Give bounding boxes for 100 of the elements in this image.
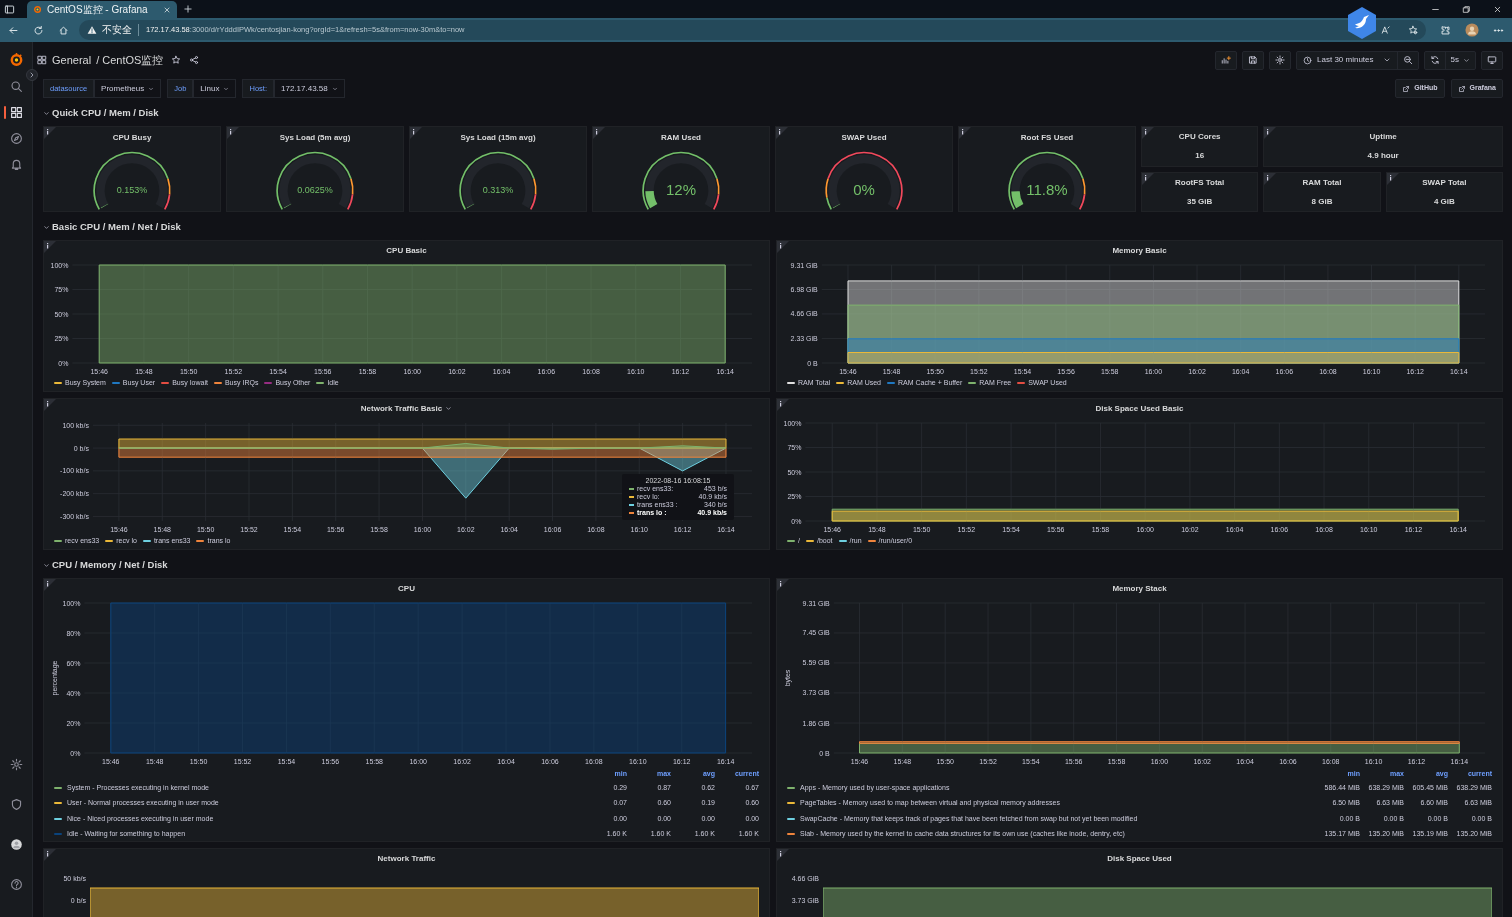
row-title[interactable]: Basic CPU / Mem / Net / Disk [52, 219, 181, 235]
new-tab-icon[interactable] [183, 4, 193, 14]
logo-icon [33, 5, 42, 14]
gauge-value: 0% [852, 180, 876, 200]
bird-app-icon[interactable] [1346, 6, 1378, 40]
info-icon[interactable] [959, 127, 971, 139]
info-icon[interactable] [1264, 127, 1277, 139]
info-icon[interactable] [410, 127, 422, 139]
panel-title: RootFS Total [1175, 176, 1225, 189]
browser-tab[interactable]: CentOS监控 - Grafana [27, 1, 177, 18]
extensions-icon[interactable] [1440, 24, 1451, 36]
favorites-icon[interactable] [1408, 25, 1418, 35]
window-menu-icon[interactable] [4, 4, 15, 15]
share-icon[interactable] [189, 55, 200, 65]
back-icon[interactable] [8, 24, 19, 36]
info-icon[interactable] [44, 127, 56, 139]
chevron-right-icon [28, 71, 36, 79]
chevron-down-icon[interactable] [43, 223, 50, 231]
star-icon[interactable] [171, 55, 182, 65]
panel-title[interactable]: Network Traffic [377, 852, 436, 865]
panel-title: SWAP Used [841, 132, 887, 144]
read-aloud-icon[interactable] [1381, 25, 1391, 35]
variable-dropdown[interactable]: Prometheus [94, 79, 162, 98]
panel-title[interactable]: Network Traffic Basic [360, 402, 443, 415]
panel-title: CPU Busy [112, 132, 152, 144]
panel-title: Root FS Used [1020, 132, 1074, 144]
stat-value: 35 GiB [1187, 195, 1213, 208]
info-icon[interactable] [44, 399, 56, 411]
gauge-value: 0.313% [481, 184, 515, 197]
external-link-icon [1402, 84, 1411, 93]
refresh-icon [1429, 55, 1440, 65]
profile-avatar-icon[interactable] [1465, 23, 1479, 37]
panel-title: RAM Used [661, 132, 701, 144]
restore-icon[interactable] [1462, 4, 1471, 14]
reload-icon[interactable] [33, 24, 44, 36]
variable-dropdown[interactable]: Linux [193, 79, 237, 98]
panel-title[interactable]: Disk Space Used [1107, 852, 1172, 865]
breadcrumb-folder[interactable]: General [52, 51, 92, 69]
settings-icon[interactable] [9, 758, 23, 771]
monitor-icon [1487, 55, 1497, 65]
home-icon[interactable] [58, 24, 69, 36]
panel-title[interactable]: Memory Stack [1112, 582, 1167, 595]
info-icon[interactable] [44, 579, 56, 591]
help-icon[interactable] [9, 878, 23, 891]
panel-title: CPU Cores [1178, 131, 1221, 143]
close-icon[interactable] [163, 5, 171, 14]
avatar-icon[interactable] [9, 838, 23, 851]
external-link-icon [1457, 84, 1466, 93]
stat-value: 4.9 hour [1367, 150, 1399, 162]
shield-icon[interactable] [9, 798, 23, 811]
info-icon[interactable] [1142, 172, 1154, 185]
caret-icon [1463, 56, 1470, 64]
settings-button[interactable] [1269, 50, 1292, 70]
info-icon[interactable] [227, 127, 239, 139]
info-icon[interactable] [777, 849, 789, 861]
gauge-value: 0.0625% [296, 184, 334, 197]
bar-chart-plus-icon [1221, 55, 1232, 65]
chevron-down-icon[interactable] [43, 561, 50, 569]
tv-mode-button[interactable] [1481, 50, 1503, 70]
info-icon[interactable] [776, 127, 788, 139]
caret-icon [331, 85, 338, 92]
panel-title[interactable]: Memory Basic [1112, 244, 1167, 257]
variable-dropdown[interactable]: 172.17.43.58 [274, 79, 345, 98]
tab-title: CentOS监控 - Grafana [47, 3, 149, 17]
row-title[interactable]: CPU / Memory / Net / Disk [52, 557, 168, 573]
panel-title[interactable]: CPU [398, 582, 415, 595]
zoom-out-icon [1402, 55, 1413, 65]
info-icon[interactable] [1142, 127, 1154, 139]
caret-icon [148, 85, 155, 92]
close-icon[interactable] [1493, 4, 1502, 14]
search-icon[interactable] [9, 80, 23, 93]
caret-icon[interactable] [445, 405, 453, 412]
security-label: 不安全 [102, 24, 139, 36]
chevron-down-icon[interactable] [43, 109, 50, 117]
caret-icon [223, 85, 230, 92]
stat-value: 8 GiB [1311, 195, 1333, 208]
info-icon[interactable] [1264, 172, 1277, 185]
add-panel-button[interactable] [1215, 50, 1238, 70]
panel-title[interactable]: Disk Space Used Basic [1095, 402, 1184, 415]
dashboards-icon [37, 55, 47, 65]
info-icon[interactable] [44, 241, 56, 253]
info-icon[interactable] [777, 399, 789, 411]
expand-sidebar-button[interactable] [26, 69, 38, 81]
gauge-value: 12% [665, 180, 697, 200]
info-icon[interactable] [777, 241, 789, 253]
info-icon[interactable] [777, 579, 789, 591]
dashboards-icon[interactable] [9, 106, 23, 119]
info-icon[interactable] [593, 127, 605, 139]
stat-value: 16 [1195, 150, 1205, 162]
info-icon[interactable] [44, 849, 56, 861]
panel-title[interactable]: CPU Basic [386, 244, 427, 257]
info-icon[interactable] [1386, 172, 1399, 185]
gauge-value: 11.8% [1025, 180, 1069, 200]
panel-title: Uptime [1369, 131, 1397, 143]
active-indicator [4, 106, 6, 119]
save-button[interactable] [1242, 50, 1265, 70]
compass-icon[interactable] [9, 132, 23, 145]
bell-icon[interactable] [9, 158, 23, 171]
row-title[interactable]: Quick CPU / Mem / Disk [52, 105, 159, 121]
logo-icon[interactable] [8, 52, 24, 67]
